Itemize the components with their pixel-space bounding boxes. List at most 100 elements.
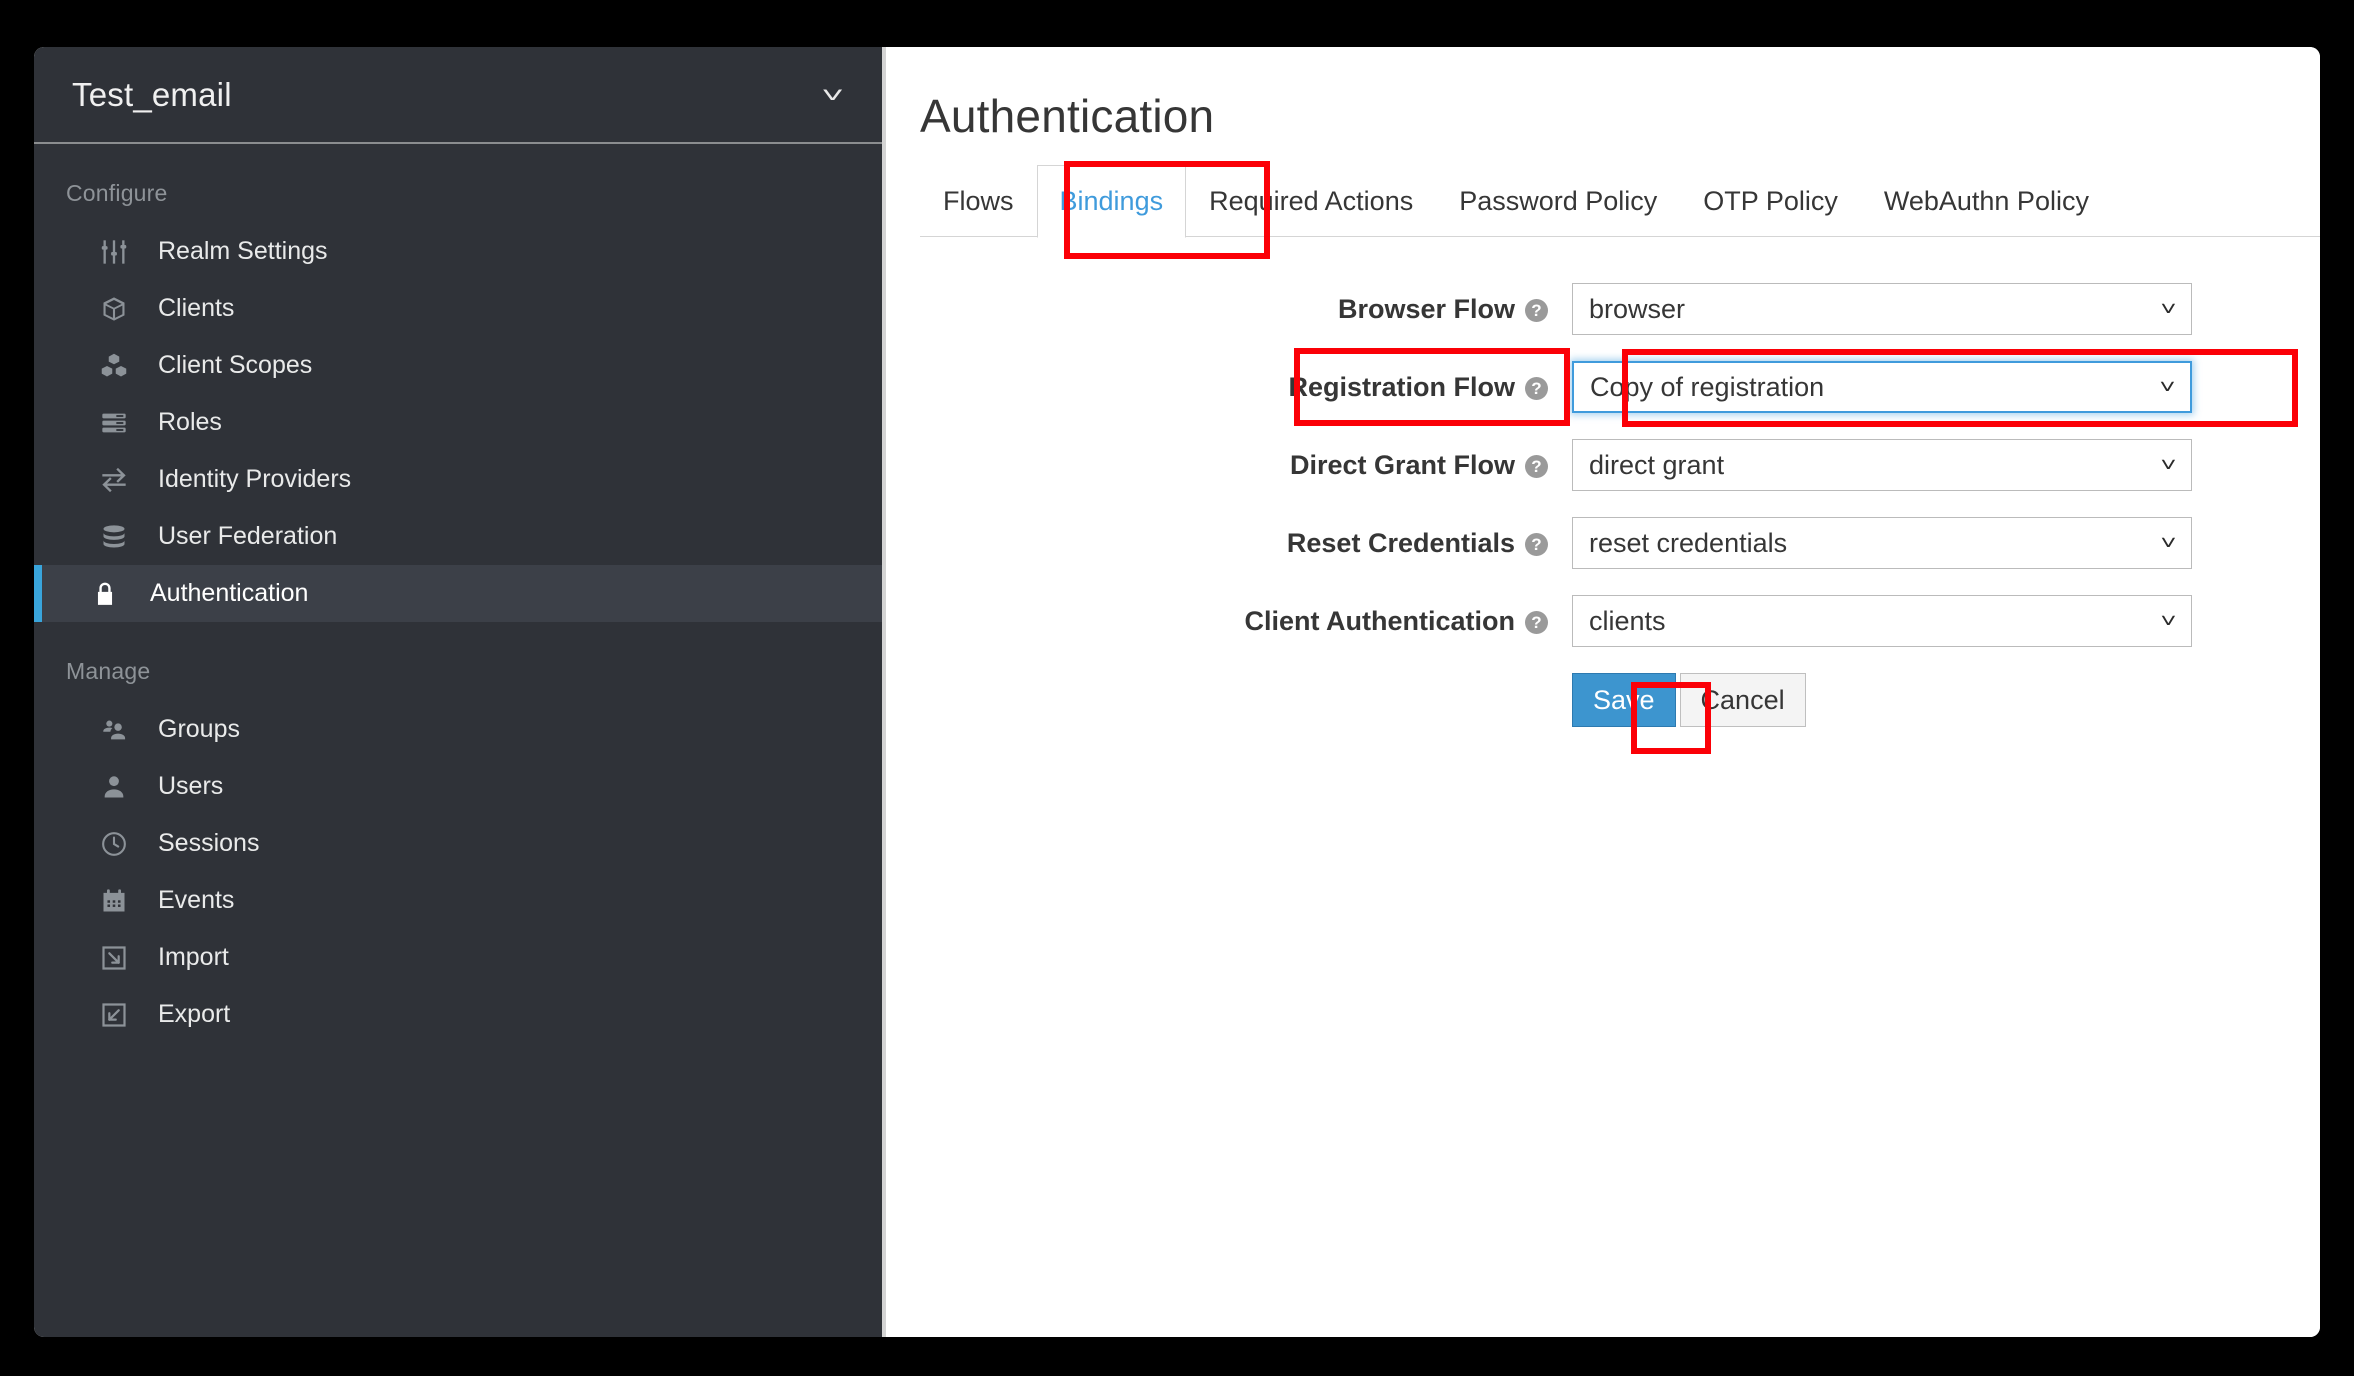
sidebar-item-label: Client Scopes (158, 351, 313, 379)
client-authentication-label: Client Authentication ? (920, 606, 1572, 637)
realm-name: Test_email (72, 75, 232, 113)
sidebar-item-label: Roles (158, 408, 222, 436)
sidebar-item-user-federation[interactable]: User Federation (34, 508, 882, 565)
cancel-button[interactable]: Cancel (1679, 673, 1806, 727)
help-circle-icon[interactable]: ? (1525, 610, 1548, 634)
nav-section-configure: Configure Realm Settings Clients Client … (34, 144, 882, 622)
sidebar-item-client-scopes[interactable]: Client Scopes (34, 337, 882, 394)
form-row-reset-credentials: Reset Credentials ? reset credentials ˅ (920, 517, 2320, 569)
help-circle-icon[interactable]: ? (1525, 298, 1548, 322)
help-circle-icon[interactable]: ? (1525, 454, 1548, 478)
sidebar-item-label: Sessions (158, 829, 260, 857)
main-content: Authentication Flows Bindings Required A… (886, 47, 2320, 1337)
cubes-icon (100, 352, 142, 380)
form-row-client-authentication: Client Authentication ? clients ˅ (920, 595, 2320, 647)
sidebar-item-sessions[interactable]: Sessions (34, 815, 882, 872)
form-row-direct-grant-flow: Direct Grant Flow ? direct grant ˅ (920, 439, 2320, 491)
cube-icon (100, 295, 142, 323)
sidebar-item-label: Groups (158, 715, 240, 743)
sidebar-item-label: Import (158, 943, 229, 971)
tab-label: Flows (943, 186, 1014, 216)
tab-webauthn-policy[interactable]: WebAuthn Policy (1861, 165, 2112, 237)
sidebar-item-export[interactable]: Export (34, 986, 882, 1043)
form-label-text: Reset Credentials (1286, 527, 1515, 558)
users-group-icon (100, 716, 142, 744)
page-title: Authentication (920, 90, 1215, 142)
sidebar-item-clients[interactable]: Clients (34, 280, 882, 337)
tab-bindings[interactable]: Bindings (1036, 165, 1187, 238)
browser-flow-label: Browser Flow ? (920, 294, 1572, 325)
form-label-text: Direct Grant Flow (1289, 449, 1515, 480)
sidebar-item-label: User Federation (158, 522, 338, 550)
sliders-icon (100, 238, 142, 266)
form-row-registration-flow: Registration Flow ? Copy of registration… (920, 361, 2320, 413)
chevron-down-icon: ˅ (2159, 375, 2176, 398)
chevron-down-icon: ˅ (2160, 609, 2177, 632)
nav-section-manage: Manage Groups Users Sessions Events Impo… (34, 622, 882, 1043)
tab-bar: Flows Bindings Required Actions Password… (886, 165, 2320, 238)
sidebar-item-label: Realm Settings (158, 237, 328, 265)
form-label-text: Registration Flow (1288, 371, 1515, 402)
sidebar-item-users[interactable]: Users (34, 758, 882, 815)
sidebar-item-import[interactable]: Import (34, 929, 882, 986)
calendar-icon (100, 887, 142, 915)
chevron-down-icon: ˅ (2160, 531, 2177, 554)
database-icon (100, 523, 142, 551)
reset-credentials-select[interactable]: reset credentials ˅ (1572, 517, 2192, 569)
nav-heading-configure: Configure (66, 180, 168, 206)
select-value: Copy of registration (1590, 371, 1825, 402)
sidebar-item-realm-settings[interactable]: Realm Settings (34, 223, 882, 280)
reset-credentials-label: Reset Credentials ? (920, 528, 1572, 559)
help-circle-icon[interactable]: ? (1525, 376, 1548, 400)
sidebar-item-label: Identity Providers (158, 465, 352, 493)
direct-grant-flow-select[interactable]: direct grant ˅ (1572, 439, 2192, 491)
user-icon (100, 773, 142, 801)
tab-label: Password Policy (1459, 186, 1658, 216)
form-label-text: Client Authentication (1244, 605, 1516, 636)
browser-flow-select[interactable]: browser ˅ (1572, 283, 2192, 335)
tab-label: WebAuthn Policy (1883, 186, 2089, 216)
sidebar-item-label: Events (158, 886, 235, 914)
help-circle-icon[interactable]: ? (1525, 532, 1548, 556)
tab-otp-policy[interactable]: OTP Policy (1680, 165, 1861, 237)
sidebar-item-identity-providers[interactable]: Identity Providers (34, 451, 882, 508)
form-label-text: Browser Flow (1337, 293, 1515, 324)
sidebar-item-authentication[interactable]: Authentication (34, 565, 882, 622)
select-value: direct grant (1589, 449, 1725, 480)
form-row-browser-flow: Browser Flow ? browser ˅ (920, 283, 2320, 335)
registration-flow-label: Registration Flow ? (920, 372, 1572, 403)
tab-password-policy[interactable]: Password Policy (1436, 165, 1680, 237)
chevron-down-icon: ˅ (2160, 453, 2177, 476)
clock-icon (100, 830, 142, 858)
lock-icon (92, 581, 134, 607)
screenshot-root: Test_email ˅ Configure Realm Settings Cl… (0, 0, 2354, 1376)
select-value: reset credentials (1589, 527, 1788, 558)
sidebar-item-groups[interactable]: Groups (34, 701, 882, 758)
save-button[interactable]: Save (1572, 673, 1676, 727)
tab-required-actions[interactable]: Required Actions (1186, 165, 1436, 237)
select-value: clients (1589, 605, 1666, 636)
direct-grant-flow-label: Direct Grant Flow ? (920, 450, 1572, 481)
sidebar-item-roles[interactable]: Roles (34, 394, 882, 451)
sidebar-item-label: Export (158, 1000, 231, 1028)
tab-flows[interactable]: Flows (920, 165, 1037, 237)
export-arrow-icon (100, 1001, 142, 1029)
sidebar-item-label: Authentication (150, 579, 309, 607)
sidebar-item-label: Clients (158, 294, 235, 322)
client-authentication-select[interactable]: clients ˅ (1572, 595, 2192, 647)
chevron-down-icon: ˅ (821, 81, 844, 108)
chevron-down-icon: ˅ (2160, 297, 2177, 320)
keycloak-admin-window: Test_email ˅ Configure Realm Settings Cl… (34, 47, 2320, 1337)
sidebar: Test_email ˅ Configure Realm Settings Cl… (34, 47, 886, 1337)
exchange-arrows-icon (100, 466, 142, 494)
form-actions: Save Cancel (1572, 673, 2320, 727)
realm-selector[interactable]: Test_email ˅ (34, 47, 882, 144)
nav-heading-manage: Manage (66, 658, 151, 684)
sidebar-item-label: Users (158, 772, 224, 800)
bindings-form: Browser Flow ? browser ˅ Registration Fl… (886, 283, 2320, 727)
registration-flow-select[interactable]: Copy of registration ˅ (1572, 361, 2192, 413)
tab-label: Required Actions (1209, 186, 1414, 216)
list-rows-icon (100, 409, 142, 437)
import-arrow-icon (100, 944, 142, 972)
sidebar-item-events[interactable]: Events (34, 872, 882, 929)
